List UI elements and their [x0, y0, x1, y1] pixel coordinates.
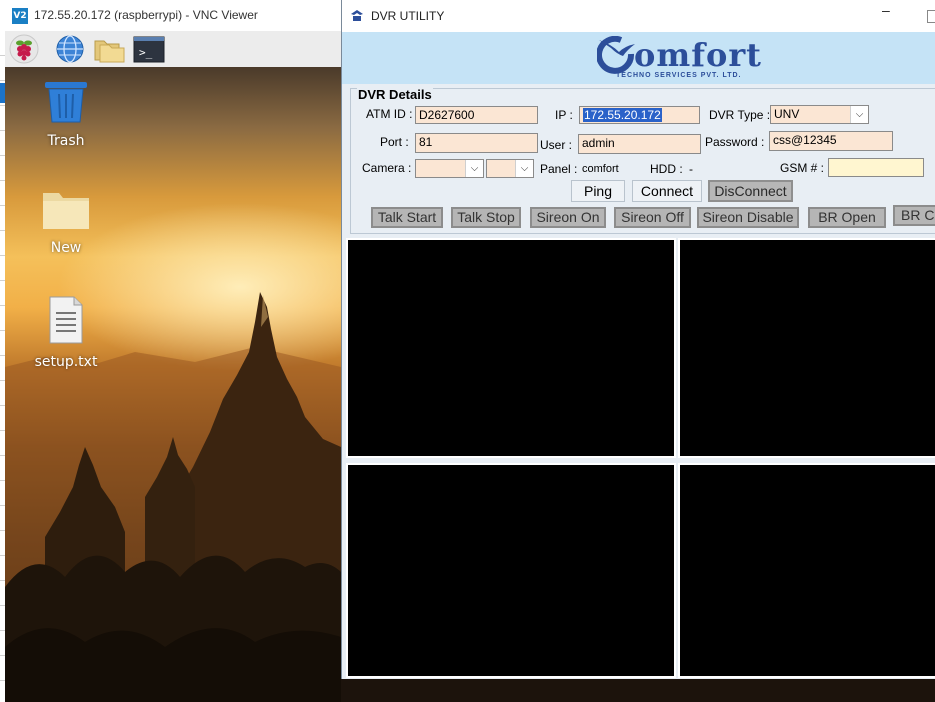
dvr-title-bar: DVR UTILITY – [342, 0, 935, 32]
comfort-bird-logo-icon [597, 36, 635, 74]
hdd-value: - [689, 162, 693, 176]
password-label: Password : [705, 135, 765, 149]
minimize-button[interactable]: – [882, 2, 896, 26]
background-desktop-strip [341, 679, 935, 702]
hdd-label: HDD : [650, 162, 683, 176]
camera-video-grid [346, 236, 935, 679]
chevron-down-icon: ⌵ [850, 106, 868, 123]
terminal-icon[interactable]: >_ [133, 34, 165, 64]
atm-id-input[interactable]: D2627600 [415, 106, 538, 124]
brand-subtitle: TECHNO SERVICES PVT. LTD. [616, 72, 742, 79]
talk-start-button[interactable]: Talk Start [371, 207, 443, 228]
sireon-on-button[interactable]: Sireon On [530, 207, 606, 228]
user-label: User : [540, 138, 573, 152]
camera-label: Camera : [362, 161, 412, 175]
desktop-trash-label: Trash [47, 133, 85, 149]
gsm-input[interactable] [828, 158, 924, 177]
atm-id-label: ATM ID : [366, 107, 413, 121]
video-pane-4[interactable] [678, 463, 935, 678]
br-open-button[interactable]: BR Open [808, 207, 886, 228]
brand-name: omfort [634, 36, 762, 74]
vnc-viewer-icon: V2 [12, 8, 28, 24]
connect-button[interactable]: Connect [632, 180, 702, 202]
dvr-app-icon [351, 10, 363, 21]
chevron-down-icon: ⌵ [465, 160, 483, 177]
dvr-utility-window: DVR UTILITY – omfort TECHNO SERVICES PVT… [341, 0, 935, 679]
chevron-down-icon: ⌵ [515, 160, 533, 177]
port-label: Port : [380, 135, 409, 149]
web-browser-icon[interactable] [55, 34, 85, 64]
desktop-new-folder[interactable]: New [21, 189, 111, 256]
dvr-window-title: DVR UTILITY [371, 9, 445, 23]
gsm-label: GSM # : [780, 161, 825, 175]
video-pane-3[interactable] [346, 463, 676, 678]
desktop-trash[interactable]: Trash [21, 80, 111, 149]
ip-input-value: 172.55.20.172 [583, 108, 662, 122]
desktop-setup-txt[interactable]: setup.txt [21, 295, 111, 370]
file-manager-icon[interactable] [93, 34, 125, 64]
brand-header: omfort TECHNO SERVICES PVT. LTD. [342, 32, 935, 84]
camera-select-1[interactable]: ⌵ [415, 159, 484, 178]
br-close-button[interactable]: BR Cl [893, 205, 935, 226]
dvr-details-title: DVR Details [357, 87, 433, 102]
disconnect-button[interactable]: DisConnect [708, 180, 793, 202]
talk-stop-button[interactable]: Talk Stop [451, 207, 521, 228]
password-input[interactable]: css@12345 [769, 131, 893, 151]
desktop-wallpaper: Trash New setup.txt [5, 67, 341, 702]
trash-icon [45, 82, 87, 123]
ip-input[interactable]: 172.55.20.172 [579, 106, 700, 124]
raspberry-pi-taskbar: >_ [5, 31, 341, 67]
svg-text:>_: >_ [139, 46, 153, 59]
video-pane-2[interactable] [678, 238, 935, 458]
dvr-type-select[interactable]: UNV ⌵ [770, 105, 869, 124]
port-input[interactable]: 81 [415, 133, 538, 153]
camera-select-2[interactable]: ⌵ [486, 159, 534, 178]
raspberry-icon[interactable] [9, 34, 39, 64]
sireon-disable-button[interactable]: Sireon Disable [697, 207, 799, 228]
ip-label: IP : [555, 108, 573, 122]
temple-sunset-scene [5, 292, 341, 702]
desktop-new-folder-label: New [50, 240, 82, 256]
maximize-button[interactable] [927, 10, 935, 23]
sireon-off-button[interactable]: Sireon Off [614, 207, 691, 228]
ping-button[interactable]: Ping [571, 180, 625, 202]
user-input[interactable]: admin [578, 134, 701, 154]
text-file-icon [49, 296, 83, 344]
vnc-window-title: 172.55.20.172 (raspberrypi) - VNC Viewer [34, 8, 258, 22]
video-pane-1[interactable] [346, 238, 676, 458]
folder-icon [43, 193, 89, 229]
dvr-type-value: UNV [774, 107, 800, 121]
panel-value: comfort [582, 163, 619, 175]
panel-label: Panel : [540, 162, 578, 176]
dvr-type-label: DVR Type : [709, 108, 771, 122]
desktop-setup-txt-label: setup.txt [34, 354, 98, 370]
